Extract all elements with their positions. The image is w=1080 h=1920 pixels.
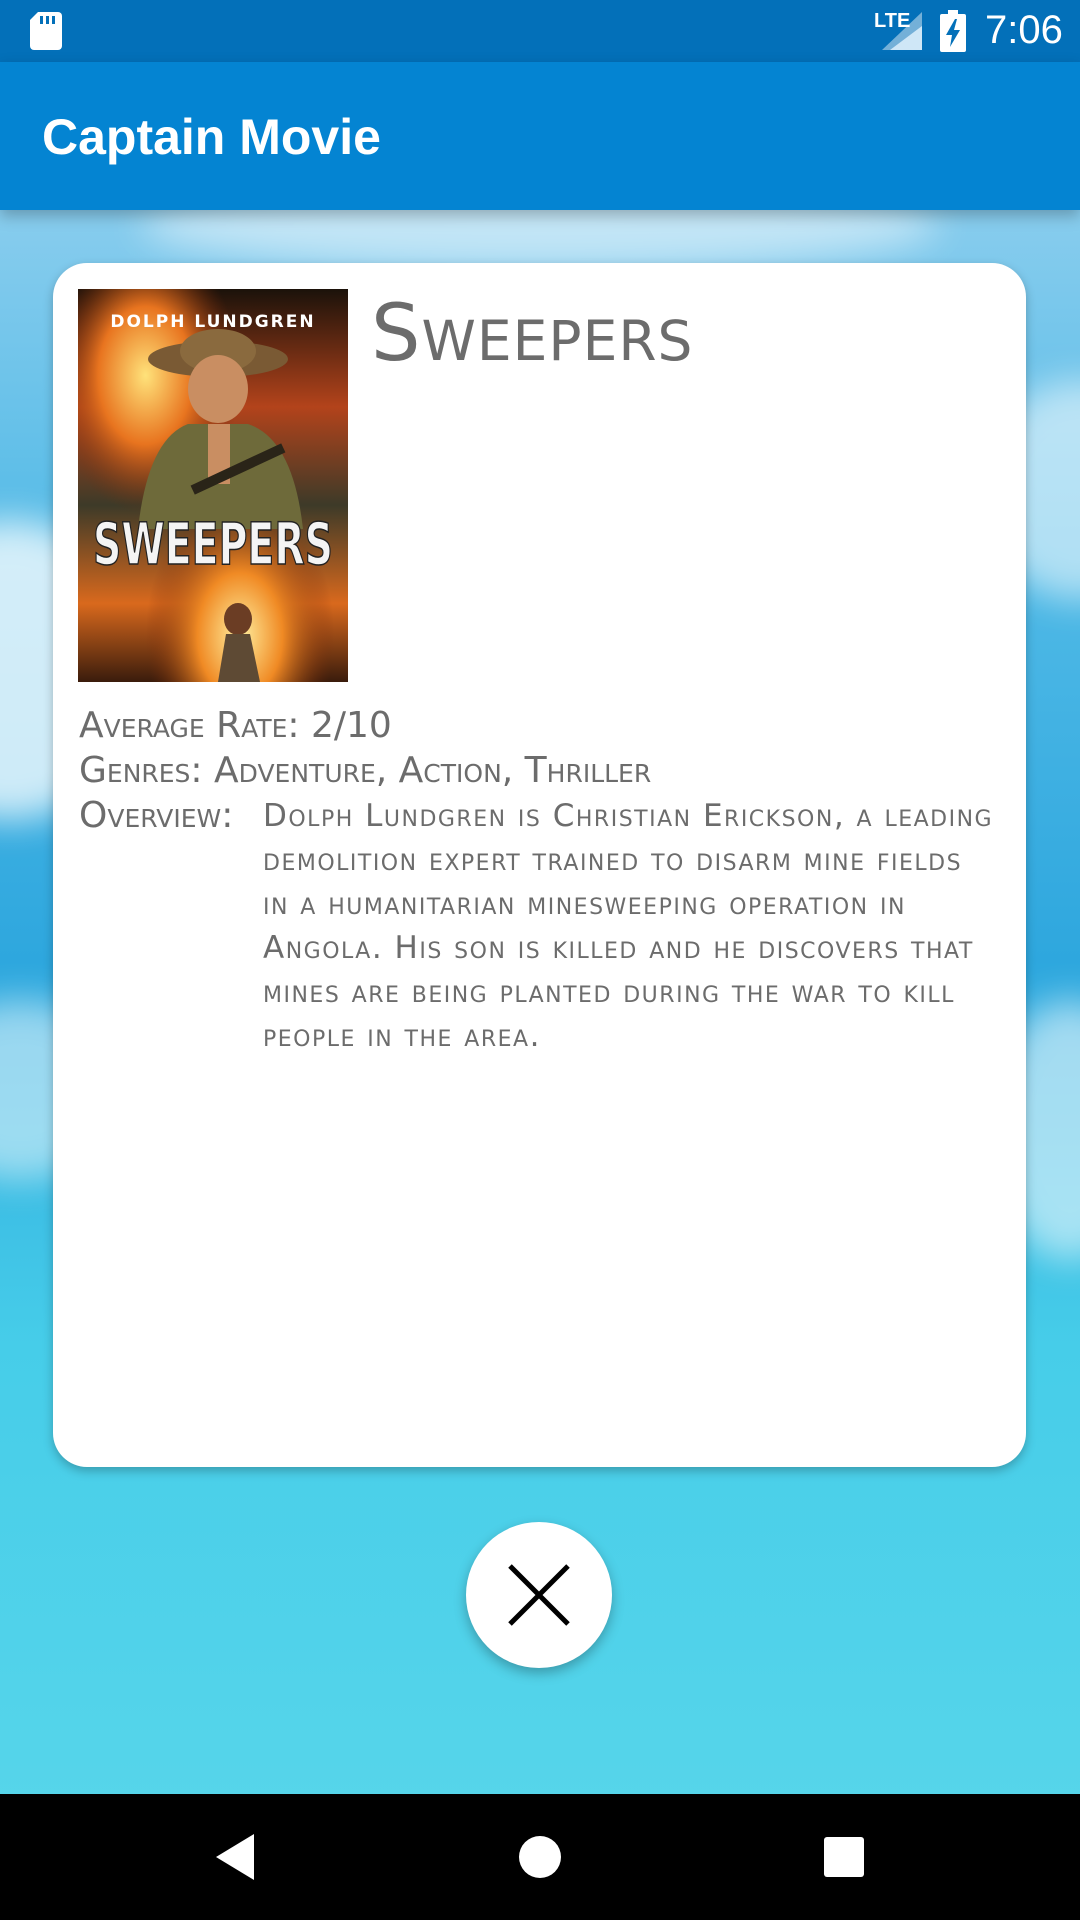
average-rate-row: Average Rate: 2/10 bbox=[79, 703, 1004, 748]
sd-card-icon bbox=[30, 12, 62, 50]
movie-poster: DOLPH LUNDGREN SWEEPERS bbox=[78, 289, 348, 682]
screen: LTE 7:06 Captain Movie DOLPH LUNDGREN SW… bbox=[0, 0, 1080, 1920]
close-icon bbox=[508, 1564, 570, 1626]
back-icon bbox=[216, 1834, 254, 1880]
signal-icon bbox=[882, 12, 922, 50]
movie-card: DOLPH LUNDGREN SWEEPERS Sweepers Average… bbox=[53, 263, 1026, 1467]
overview-text: Dolph Lundgren is Christian Erickson, a … bbox=[263, 798, 994, 1054]
navigation-bar bbox=[0, 1794, 1080, 1920]
nav-recents-button[interactable] bbox=[784, 1794, 904, 1920]
poster-title-text: SWEEPERS bbox=[93, 510, 333, 578]
clock: 7:06 bbox=[985, 8, 1063, 52]
nav-back-button[interactable] bbox=[176, 1794, 296, 1920]
battery-charging-icon bbox=[940, 10, 966, 52]
overview-label: Overview: bbox=[79, 795, 234, 836]
nav-home-button[interactable] bbox=[480, 1794, 600, 1920]
genres-value: Adventure, Action, Thriller bbox=[214, 750, 652, 791]
overview-row: Overview: Dolph Lundgren is Christian Er… bbox=[79, 793, 1004, 1058]
recents-icon bbox=[824, 1837, 864, 1877]
average-rate-value: 2/10 bbox=[310, 705, 392, 746]
status-bar: LTE 7:06 bbox=[0, 0, 1080, 62]
poster-actor-text: DOLPH LUNDGREN bbox=[110, 312, 315, 332]
home-icon bbox=[519, 1836, 561, 1878]
app-title: Captain Movie bbox=[42, 109, 381, 165]
average-rate-label: Average Rate: bbox=[79, 705, 300, 746]
movie-title: Sweepers bbox=[371, 289, 694, 379]
genres-row: Genres: Adventure, Action, Thriller bbox=[79, 748, 1004, 793]
close-button[interactable] bbox=[466, 1522, 612, 1668]
genres-label: Genres: bbox=[79, 750, 203, 791]
movie-details: Average Rate: 2/10 Genres: Adventure, Ac… bbox=[79, 703, 1004, 1058]
app-bar: Captain Movie bbox=[0, 62, 1080, 210]
